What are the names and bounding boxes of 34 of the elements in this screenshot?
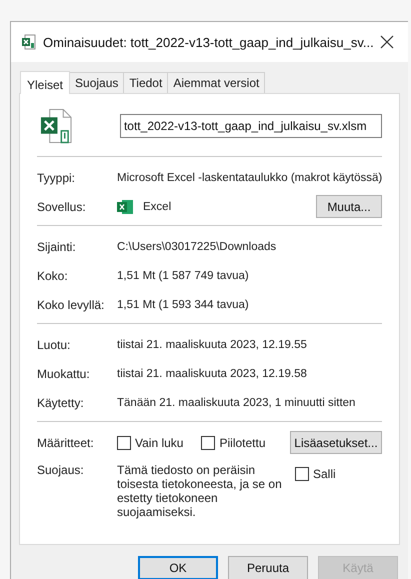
dialog-button[interactable]: OK xyxy=(138,556,218,579)
tab[interactable]: Yleiset xyxy=(20,71,70,94)
field-label: Luotu: xyxy=(37,338,72,352)
advanced-button[interactable]: Lisäasetukset... xyxy=(290,431,382,454)
field-label: Muokattu: xyxy=(37,366,91,380)
close-icon[interactable] xyxy=(380,35,394,49)
spreadsheet-file-icon xyxy=(21,34,37,50)
field-value: C:\Users\03017225\Downloads xyxy=(117,240,276,252)
window-title: Ominaisuudet: tott_2022-v13-tott_gaap_ind_julkaisu_sv... xyxy=(43,34,374,50)
field-label: Määritteet: xyxy=(37,436,95,450)
security-text: Tämä tiedosto on peräisin toisesta tietokoneesta, ja se on estetty tietokoneen suojaamiseksi. xyxy=(117,463,283,519)
field-value: tiistai 21. maaliskuuta 2023, 12.19.58 xyxy=(117,368,307,380)
spreadsheet-app-icon xyxy=(117,200,133,214)
field-value: Excel xyxy=(143,200,172,212)
field-label: Käytetty: xyxy=(37,396,85,410)
dialog-button[interactable]: Peruuta xyxy=(228,556,308,579)
file-name-field[interactable]: tott_2022-v13-tott_gaap_ind_julkaisu_sv.xlsm xyxy=(120,114,382,138)
tab[interactable]: Aiemmat versiot xyxy=(167,72,266,93)
field-value: tiistai 21. maaliskuuta 2023, 12.19.55 xyxy=(117,338,307,350)
field-label: Suojaus: xyxy=(37,463,85,477)
field-label: Tyyppi: xyxy=(37,170,76,184)
field-label: Koko: xyxy=(37,268,69,282)
field-value: 1,51 Mt (1 593 344 tavua) xyxy=(117,298,249,310)
checkbox[interactable]: Salli xyxy=(295,467,336,481)
field-label: Sijainti: xyxy=(37,240,77,254)
field-value: Microsoft Excel -laskentataulukko (makrot käytössä) xyxy=(117,172,382,184)
field-value: Tänään 21. maaliskuuta 2023, 1 minuutti sitten xyxy=(117,396,356,408)
change-button[interactable]: Muuta... xyxy=(316,195,382,218)
spreadsheet-file-icon xyxy=(40,108,73,144)
field-value: 1,51 Mt (1 587 749 tavua) xyxy=(117,270,249,282)
field-label: Koko levyllä: xyxy=(37,298,106,312)
checkbox[interactable]: Piilotettu xyxy=(201,436,266,450)
field-label: Sovellus: xyxy=(37,200,87,214)
checkbox[interactable]: Vain luku xyxy=(117,436,184,450)
